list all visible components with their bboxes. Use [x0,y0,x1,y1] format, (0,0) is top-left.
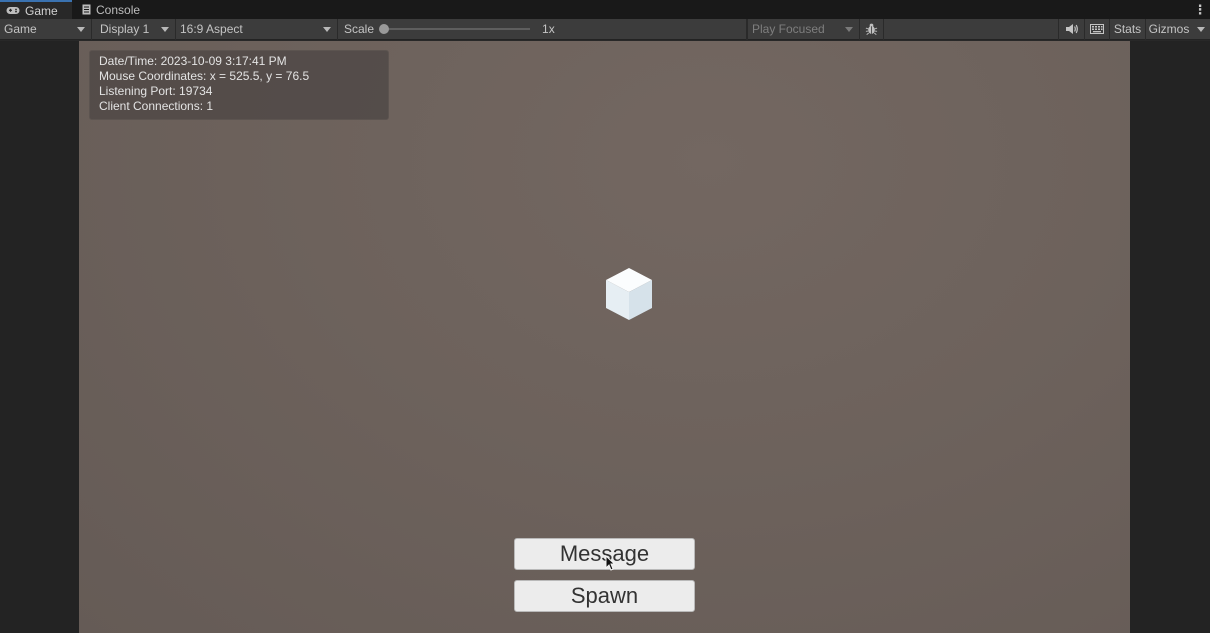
chevron-down-icon [1197,26,1205,32]
listening-port-text: Listening Port: 19734 [99,84,213,98]
view-mode-value: Game [4,22,37,36]
game-toolbar: Game Display 1 16:9 Aspect Scale 1x Play… [0,18,1210,40]
client-connections-text: Client Connections: 1 [99,99,214,113]
chevron-down-icon [77,26,85,32]
more-options-icon[interactable]: ⋮ [1190,0,1210,19]
scale-slider-handle[interactable] [379,24,390,34]
gizmos-button[interactable]: Gizmos [1145,18,1192,40]
info-panel: Date/Time: 2023-10-09 3:17:41 PM Mouse C… [89,50,389,120]
keyboard-icon [1090,24,1104,34]
toolbar-spacer [883,18,1058,40]
chevron-down-icon [845,26,853,32]
game-area: Date/Time: 2023-10-09 3:17:41 PM Mouse C… [0,41,1210,633]
aspect-dropdown[interactable]: 16:9 Aspect [176,18,338,40]
aspect-value: 16:9 Aspect [180,22,243,36]
play-mode-value: Play Focused [752,22,825,36]
chevron-down-icon [323,26,331,32]
scale-control: Scale 1x [338,18,747,40]
display-value: Display 1 [100,22,150,36]
tab-game-label: Game [25,3,58,18]
chevron-down-icon [161,26,169,32]
mute-audio-button[interactable] [1058,18,1084,40]
gizmos-dropdown[interactable] [1192,19,1210,40]
game-viewport[interactable]: Date/Time: 2023-10-09 3:17:41 PM Mouse C… [79,41,1130,633]
scale-label: Scale [344,22,375,36]
gizmos-label: Gizmos [1148,22,1190,36]
view-mode-dropdown[interactable]: Game [0,18,92,40]
scale-value: 1x [542,22,555,36]
speaker-icon [1065,24,1078,34]
tab-bar: Game Console ⋮ [0,0,1210,19]
tab-console-label: Console [96,2,141,17]
mouse-coordinates-text: Mouse Coordinates: x = 525.5, y = 76.5 [99,69,310,83]
cube-object [606,268,652,320]
bug-icon [865,23,878,35]
gamepad-icon [6,7,20,14]
tab-console[interactable]: Console [72,0,152,19]
debug-toggle-button[interactable] [859,18,883,40]
shortcuts-button[interactable] [1084,18,1109,40]
spawn-button-label: Spawn [570,583,639,608]
play-mode-dropdown[interactable]: Play Focused [747,18,859,40]
spawn-button[interactable]: Spawn [514,580,695,612]
scale-slider[interactable] [379,24,531,34]
datetime-text: Date/Time: 2023-10-09 3:17:41 PM [99,54,287,68]
console-icon [82,4,91,15]
stats-button[interactable]: Stats [1109,18,1145,40]
display-dropdown[interactable]: Display 1 [92,18,176,40]
stats-label: Stats [1113,22,1142,36]
tab-game[interactable]: Game [0,0,72,19]
mouse-cursor-icon [605,555,615,571]
